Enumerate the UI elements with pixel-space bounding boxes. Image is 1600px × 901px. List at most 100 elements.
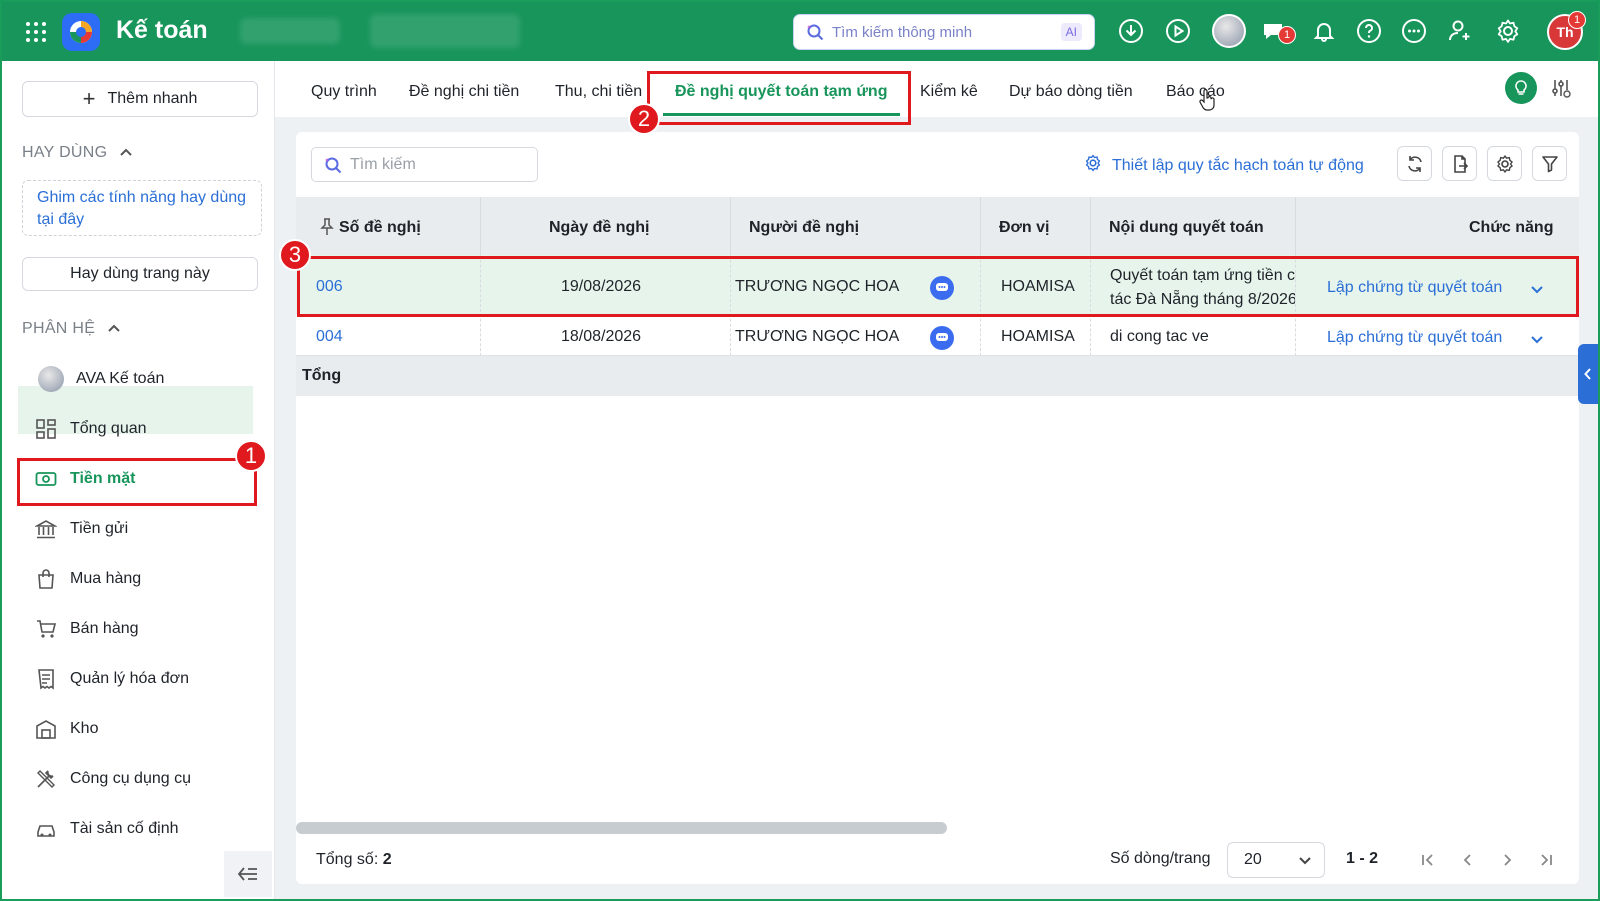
ava-avatar-icon[interactable] xyxy=(1212,14,1246,48)
sidebar-item-label: Công cụ dụng cụ xyxy=(70,770,191,787)
rows-per-page-value: 20 xyxy=(1244,851,1262,868)
top-bar: Kế toán Tìm kiếm thông minh AI 1 Th 1 xyxy=(0,0,1600,61)
sidebar-item-fixed-assets[interactable]: Tài sản cố định xyxy=(34,808,179,850)
quick-add-button[interactable]: + Thêm nhanh xyxy=(22,81,258,117)
filter-button[interactable] xyxy=(1532,146,1567,181)
chevron-down-icon[interactable] xyxy=(1530,332,1544,350)
sidebar-item-tools[interactable]: Công cụ dụng cụ xyxy=(34,758,191,800)
sidebar-item-sales[interactable]: Bán hàng xyxy=(34,608,139,650)
row-unit: HOAMISA xyxy=(1001,328,1075,345)
col-header-unit[interactable]: Đơn vị xyxy=(999,219,1050,237)
smart-search-input[interactable]: Tìm kiếm thông minh AI xyxy=(793,14,1095,50)
export-button[interactable] xyxy=(1442,146,1477,181)
ava-avatar-icon xyxy=(38,366,64,392)
play-icon[interactable] xyxy=(1164,17,1192,45)
row-date: 18/08/2026 xyxy=(561,328,642,345)
invoice-icon xyxy=(34,667,58,691)
chat-bubble-icon[interactable] xyxy=(930,326,954,350)
filter-icon xyxy=(1541,155,1558,172)
annotation-box-1 xyxy=(17,458,257,506)
sidebar-item-warehouse[interactable]: Kho xyxy=(34,708,98,750)
row-content-line1: di cong tac ve xyxy=(1110,328,1209,345)
tab-inventory-count[interactable]: Kiểm kê xyxy=(920,83,978,101)
expand-panel-button[interactable] xyxy=(1578,344,1598,404)
sidebar-item-label: AVA Kế toán xyxy=(76,370,165,387)
shopping-bag-icon xyxy=(34,567,58,591)
sidebar-item-label: Bán hàng xyxy=(70,620,139,637)
sidebar-item-bank[interactable]: Tiền gửi xyxy=(34,508,128,550)
sidebar-item-label: Tài sản cố định xyxy=(70,820,179,837)
gear-icon[interactable] xyxy=(1494,17,1522,45)
annotation-box-3 xyxy=(297,256,1579,317)
dashboard-icon xyxy=(34,417,58,441)
quick-add-label: Thêm nhanh xyxy=(107,90,198,107)
column-divider xyxy=(1090,197,1091,255)
blurred-info xyxy=(240,18,340,44)
sidebar-item-invoice[interactable]: Quản lý hóa đơn xyxy=(34,658,189,700)
tab-cashflow-forecast[interactable]: Dự báo dòng tiền xyxy=(1009,83,1133,101)
customize-icon[interactable] xyxy=(1545,72,1577,104)
cart-icon xyxy=(34,617,58,641)
annotation-number: 3 xyxy=(279,239,311,271)
tab-payment-request[interactable]: Đề nghị chi tiền xyxy=(409,83,519,101)
annotation-number: 1 xyxy=(235,440,267,472)
apps-grid-icon[interactable] xyxy=(24,20,48,44)
column-divider xyxy=(1295,197,1296,255)
favorites-section-toggle[interactable]: HAY DÙNG xyxy=(22,144,133,162)
help-icon[interactable] xyxy=(1355,17,1383,45)
last-page-icon[interactable] xyxy=(1534,848,1558,872)
table-total-row: Tổng xyxy=(296,356,1579,396)
rows-per-page-label: Số dòng/trang xyxy=(1110,850,1211,867)
export-icon xyxy=(1453,154,1468,173)
tab-workflow[interactable]: Quy trình xyxy=(311,83,377,101)
user-badge: 1 xyxy=(1568,11,1586,29)
sidebar-item-label: Tổng quan xyxy=(70,420,147,437)
sidebar-item-label: Kho xyxy=(70,720,99,737)
setup-auto-accounting-link[interactable]: Thiết lập quy tắc hạch toán tự động xyxy=(1084,154,1364,177)
sidebar-item-overview[interactable]: Tổng quan xyxy=(34,408,147,450)
collapse-left-icon xyxy=(237,867,257,881)
gear-icon xyxy=(1496,154,1513,173)
page-range: 1 - 2 xyxy=(1346,850,1379,867)
sidebar-item-label: Quản lý hóa đơn xyxy=(70,670,190,687)
hand-cursor-icon xyxy=(1198,88,1216,116)
sidebar-item-ava[interactable]: AVA Kế toán xyxy=(38,358,164,400)
download-icon[interactable] xyxy=(1117,17,1145,45)
pin-icon[interactable] xyxy=(320,218,334,241)
search-input[interactable]: Tìm kiếm xyxy=(311,147,538,182)
col-header-date[interactable]: Ngày đề nghị xyxy=(549,219,649,237)
column-divider xyxy=(730,197,731,255)
table-header: Số đề nghị Ngày đề nghị Người đề nghị Đơ… xyxy=(296,197,1579,255)
favorite-this-page-button[interactable]: Hay dùng trang này xyxy=(22,257,258,291)
more-icon[interactable] xyxy=(1400,17,1428,45)
collapse-sidebar-button[interactable] xyxy=(224,851,272,897)
add-user-icon[interactable] xyxy=(1446,17,1474,45)
prev-page-icon[interactable] xyxy=(1456,848,1480,872)
col-header-number[interactable]: Số đề nghị xyxy=(339,219,421,237)
search-placeholder: Tìm kiếm xyxy=(350,155,416,173)
modules-section-toggle[interactable]: PHÂN HỆ xyxy=(22,320,121,338)
sidebar-item-label: Tiền gửi xyxy=(70,520,129,537)
app-logo-icon[interactable] xyxy=(62,13,100,51)
refresh-button[interactable] xyxy=(1397,146,1432,181)
settings-button[interactable] xyxy=(1487,146,1522,181)
rows-per-page-select[interactable]: 20 xyxy=(1227,842,1325,878)
col-header-content[interactable]: Nội dung quyết toán xyxy=(1109,219,1264,237)
column-divider xyxy=(980,197,981,255)
gear-icon xyxy=(1084,154,1102,177)
first-page-icon[interactable] xyxy=(1416,848,1440,872)
warehouse-icon xyxy=(34,717,58,741)
tab-receipts-payments[interactable]: Thu, chi tiền xyxy=(555,83,642,101)
sidebar-item-purchase[interactable]: Mua hàng xyxy=(34,558,141,600)
row-number-link[interactable]: 004 xyxy=(316,328,343,346)
col-header-requester[interactable]: Người đề nghị xyxy=(749,219,859,237)
bank-icon xyxy=(34,517,58,541)
lightbulb-icon[interactable] xyxy=(1505,72,1537,104)
next-page-icon[interactable] xyxy=(1495,848,1519,872)
plus-icon: + xyxy=(82,86,96,111)
chevron-down-icon xyxy=(1298,853,1312,871)
create-settlement-voucher-link[interactable]: Lập chứng từ quyết toán xyxy=(1327,329,1502,347)
chevron-up-icon xyxy=(119,146,133,160)
bell-icon[interactable] xyxy=(1310,17,1338,45)
horizontal-scrollbar[interactable] xyxy=(296,822,947,834)
